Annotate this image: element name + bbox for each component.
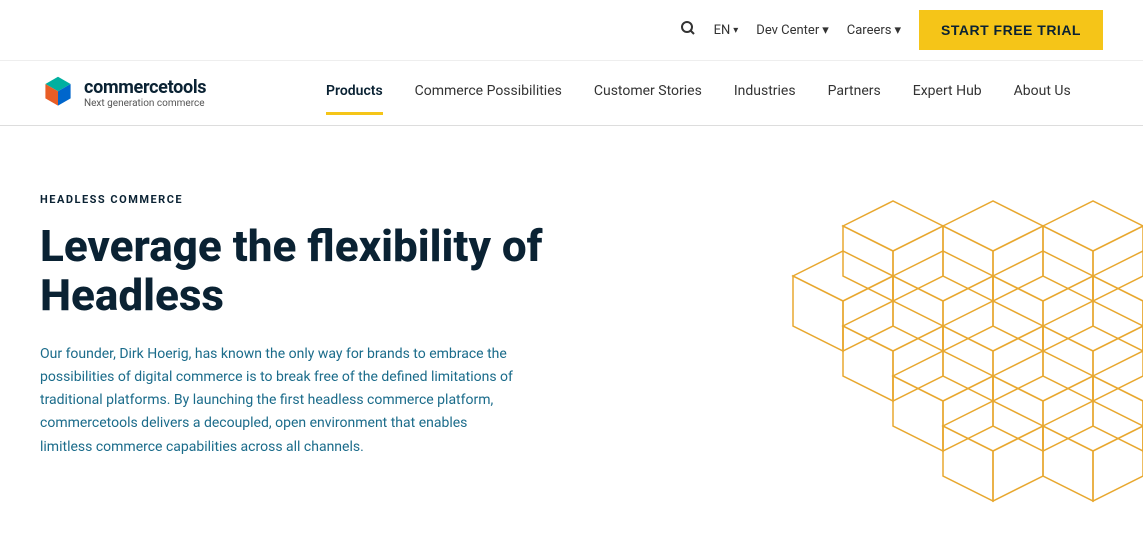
nav-item-expert-hub[interactable]: Expert Hub: [897, 61, 998, 115]
search-icon[interactable]: [680, 20, 696, 40]
hero-content: HEADLESS COMMERCE Leverage the flexibili…: [40, 193, 570, 458]
logo-icon: [40, 75, 76, 111]
cube-illustration-svg: [713, 146, 1143, 506]
careers-arrow: ▾: [895, 23, 902, 38]
nav-item-products[interactable]: Products: [310, 61, 399, 115]
hero-illustration: [713, 146, 1143, 506]
logo-text: commercetools Next generation commerce: [84, 77, 206, 109]
hero-eyebrow: HEADLESS COMMERCE: [40, 193, 570, 206]
dev-center-label: Dev Center: [756, 23, 819, 38]
language-selector[interactable]: EN ▾: [714, 23, 739, 38]
nav-item-commerce-possibilities[interactable]: Commerce Possibilities: [399, 61, 578, 115]
logo[interactable]: commercetools Next generation commerce: [40, 61, 230, 125]
header: commercetools Next generation commerce P…: [0, 61, 1143, 126]
nav-item-about-us[interactable]: About Us: [998, 61, 1087, 115]
start-free-trial-button[interactable]: START FREE TRIAL: [919, 10, 1103, 50]
careers-menu[interactable]: Careers ▾: [847, 23, 901, 38]
nav-item-industries[interactable]: Industries: [718, 61, 812, 115]
hero-title: Leverage the flexibility of Headless: [40, 222, 570, 319]
dev-center-menu[interactable]: Dev Center ▾: [756, 23, 828, 38]
top-bar-controls: EN ▾ Dev Center ▾ Careers ▾ START FREE T…: [680, 10, 1103, 50]
top-bar: EN ▾ Dev Center ▾ Careers ▾ START FREE T…: [0, 0, 1143, 61]
language-arrow: ▾: [733, 25, 738, 36]
logo-tagline: Next generation commerce: [84, 98, 206, 109]
nav-item-partners[interactable]: Partners: [812, 61, 897, 115]
nav-item-customer-stories[interactable]: Customer Stories: [578, 61, 718, 115]
hero-section: HEADLESS COMMERCE Leverage the flexibili…: [0, 126, 1143, 506]
main-nav: Products Commerce Possibilities Customer…: [230, 61, 1103, 115]
careers-label: Careers: [847, 23, 892, 38]
language-label: EN: [714, 23, 731, 38]
dev-center-arrow: ▾: [822, 23, 829, 38]
hero-body: Our founder, Dirk Hoerig, has known the …: [40, 343, 520, 458]
logo-name: commercetools: [84, 77, 206, 98]
